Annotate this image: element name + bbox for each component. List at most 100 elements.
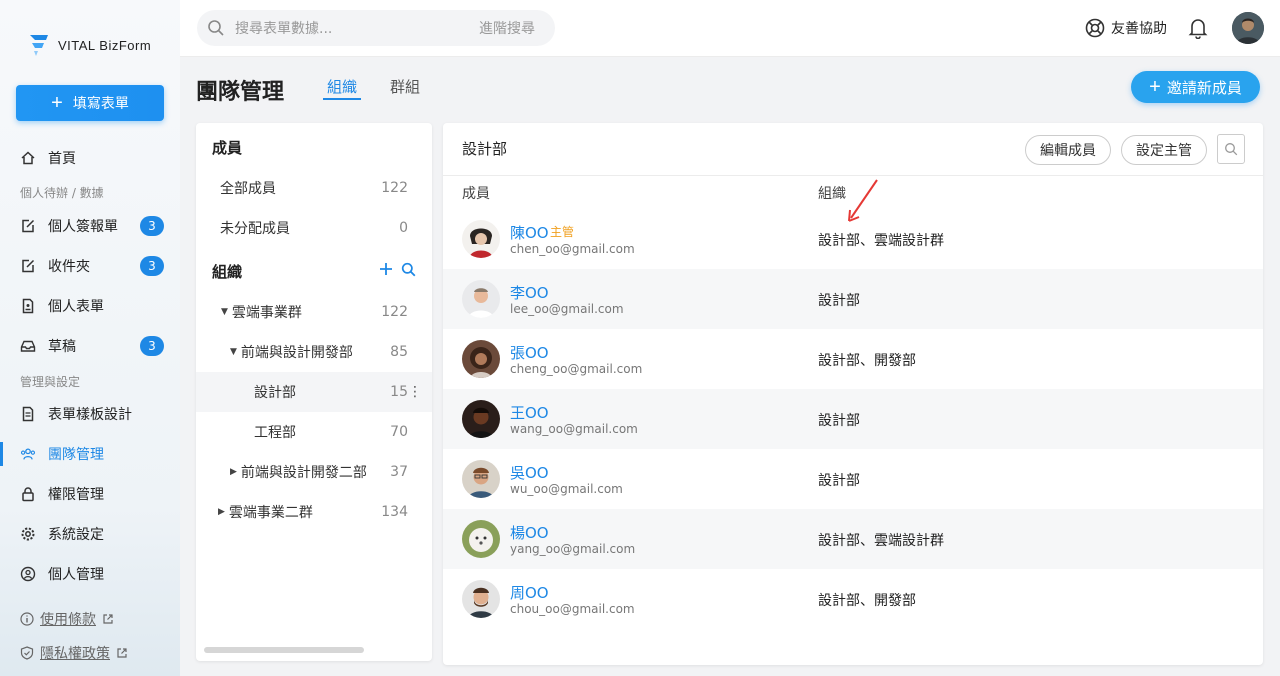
- sidebar-item-personal-forms[interactable]: 個人表單: [0, 288, 180, 324]
- external-link-icon: [117, 648, 127, 658]
- tree-node[interactable]: ▶ 前端與設計開發二部 37: [196, 452, 432, 492]
- member-email: wang_oo@gmail.com: [510, 422, 638, 436]
- edit-doc-icon: [20, 218, 36, 234]
- member-name[interactable]: 楊OO: [510, 522, 549, 543]
- members-heading: 成員: [212, 139, 243, 157]
- sidebar-item-personal-management[interactable]: 個人管理: [0, 556, 180, 592]
- member-avatar: [462, 220, 500, 258]
- caret-right-icon[interactable]: ▶: [218, 507, 225, 517]
- sidebar-item-label: 個人表單: [48, 299, 104, 315]
- tab-groups[interactable]: 群組: [390, 76, 420, 97]
- sidebar-item-label: 個人簽報單: [48, 219, 118, 235]
- advanced-search-link[interactable]: 進階搜尋: [479, 18, 535, 38]
- node-label: 前端與設計開發部: [240, 345, 353, 361]
- item-label: 未分配成員: [220, 221, 290, 237]
- unassigned-members-item[interactable]: 未分配成員 0: [196, 208, 432, 248]
- sidebar-item-sign-forms[interactable]: 個人簽報單 3: [0, 208, 180, 244]
- section-admin: 管理與設定: [20, 375, 81, 389]
- caret-right-icon[interactable]: ▶: [230, 467, 237, 477]
- count-badge: 3: [140, 336, 164, 356]
- member-email: lee_oo@gmail.com: [510, 302, 624, 316]
- member-org: 設計部、雲端設計群: [818, 533, 944, 549]
- caret-down-icon[interactable]: ▼: [230, 347, 237, 357]
- member-email: yang_oo@gmail.com: [510, 542, 636, 556]
- set-manager-button[interactable]: 設定主管: [1121, 135, 1207, 165]
- caret-down-icon[interactable]: ▼: [221, 307, 228, 317]
- fill-form-label: 填寫表單: [72, 96, 129, 112]
- sidebar-item-label: 團隊管理: [48, 447, 104, 463]
- column-header-org: 組織: [818, 186, 846, 202]
- sidebar-item-inbox[interactable]: 收件夾 3: [0, 248, 180, 284]
- org-heading: 組織: [212, 263, 243, 281]
- member-email: chen_oo@gmail.com: [510, 242, 635, 256]
- member-name[interactable]: 張OO: [510, 342, 549, 363]
- tree-node[interactable]: 工程部 70: [196, 412, 432, 452]
- node-label: 雲端事業二群: [228, 505, 313, 521]
- member-avatar: [462, 520, 500, 558]
- search-icon: [1225, 143, 1238, 156]
- all-members-item[interactable]: 全部成員 122: [196, 168, 432, 208]
- edit-members-button[interactable]: 編輯成員: [1025, 135, 1111, 165]
- tree-node-selected[interactable]: 設計部 15 ⋮: [196, 372, 432, 412]
- node-label: 設計部: [254, 385, 296, 401]
- logo[interactable]: VITAL BizForm: [26, 32, 151, 58]
- terms-label: 使用條款: [40, 612, 96, 628]
- member-org: 設計部、開發部: [818, 593, 916, 609]
- tree-node[interactable]: ▼ 雲端事業群 122: [196, 292, 432, 332]
- table-row[interactable]: 吳OO wu_oo@gmail.com 設計部: [443, 449, 1263, 509]
- annotation-arrow-icon: [848, 179, 878, 222]
- plus-icon: +: [51, 92, 63, 114]
- member-search-button[interactable]: [1217, 134, 1245, 164]
- shield-icon: [20, 646, 34, 660]
- privacy-label: 隱私權政策: [40, 646, 110, 662]
- table-row[interactable]: 楊OO yang_oo@gmail.com 設計部、雲端設計群: [443, 509, 1263, 569]
- search-input[interactable]: 搜尋表單數據... 進階搜尋: [197, 10, 555, 46]
- sidebar-item-drafts[interactable]: 草稿 3: [0, 328, 180, 364]
- sidebar-item-label: 首頁: [48, 151, 76, 167]
- table-row[interactable]: 李OO lee_oo@gmail.com 設計部: [443, 269, 1263, 329]
- divider: [443, 175, 1263, 176]
- tab-organization[interactable]: 組織: [327, 76, 357, 97]
- search-placeholder: 搜尋表單數據...: [235, 21, 333, 37]
- fill-form-button[interactable]: + 填寫表單: [16, 85, 164, 121]
- member-name[interactable]: 周OO: [510, 582, 549, 603]
- department-title: 設計部: [462, 140, 508, 158]
- table-row[interactable]: 王OO wang_oo@gmail.com 設計部: [443, 389, 1263, 449]
- add-org-icon[interactable]: [379, 262, 393, 276]
- sidebar-item-permissions[interactable]: 權限管理: [0, 476, 180, 512]
- tree-node[interactable]: ▶ 雲端事業二群 134: [196, 492, 432, 532]
- sidebar-item-team-management[interactable]: 團隊管理: [0, 436, 180, 472]
- help-button[interactable]: 友善協助: [1085, 18, 1167, 38]
- invite-member-button[interactable]: + 邀請新成員: [1131, 71, 1260, 103]
- tray-icon: [20, 338, 36, 354]
- member-name[interactable]: 吳OO: [510, 462, 549, 483]
- sidebar-item-label: 權限管理: [48, 487, 104, 503]
- member-name[interactable]: 李OO: [510, 282, 549, 303]
- user-avatar[interactable]: [1232, 12, 1264, 44]
- tree-node[interactable]: ▼ 前端與設計開發部 85: [196, 332, 432, 372]
- node-count: 122: [381, 304, 408, 320]
- terms-link[interactable]: 使用條款: [20, 609, 114, 629]
- member-name[interactable]: 陳OO: [510, 222, 549, 243]
- member-org: 設計部、開發部: [818, 353, 916, 369]
- sidebar-item-template-design[interactable]: 表單樣板設計: [0, 396, 180, 432]
- search-org-icon[interactable]: [401, 262, 416, 277]
- node-count: 70: [390, 424, 408, 440]
- table-row[interactable]: 周OO chou_oo@gmail.com 設計部、開發部: [443, 569, 1263, 629]
- edit-doc-icon: [20, 258, 36, 274]
- node-label: 雲端事業群: [231, 305, 302, 321]
- table-row[interactable]: 張OO cheng_oo@gmail.com 設計部、開發部: [443, 329, 1263, 389]
- sidebar: VITAL BizForm + 填寫表單 首頁 個人待辦 / 數據 個人簽報單 …: [0, 0, 180, 676]
- more-vertical-icon[interactable]: ⋮: [408, 384, 422, 400]
- member-org: 設計部: [818, 413, 860, 429]
- sidebar-item-label: 草稿: [48, 339, 76, 355]
- notification-button[interactable]: [1188, 17, 1208, 43]
- sidebar-item-label: 系統設定: [48, 527, 104, 543]
- horizontal-scrollbar[interactable]: [204, 647, 364, 653]
- sidebar-item-system-settings[interactable]: 系統設定: [0, 516, 180, 552]
- user-circle-icon: [20, 566, 36, 582]
- member-name[interactable]: 王OO: [510, 402, 549, 423]
- count-badge: 3: [140, 216, 164, 236]
- privacy-link[interactable]: 隱私權政策: [20, 643, 128, 663]
- sidebar-item-home[interactable]: 首頁: [0, 140, 180, 176]
